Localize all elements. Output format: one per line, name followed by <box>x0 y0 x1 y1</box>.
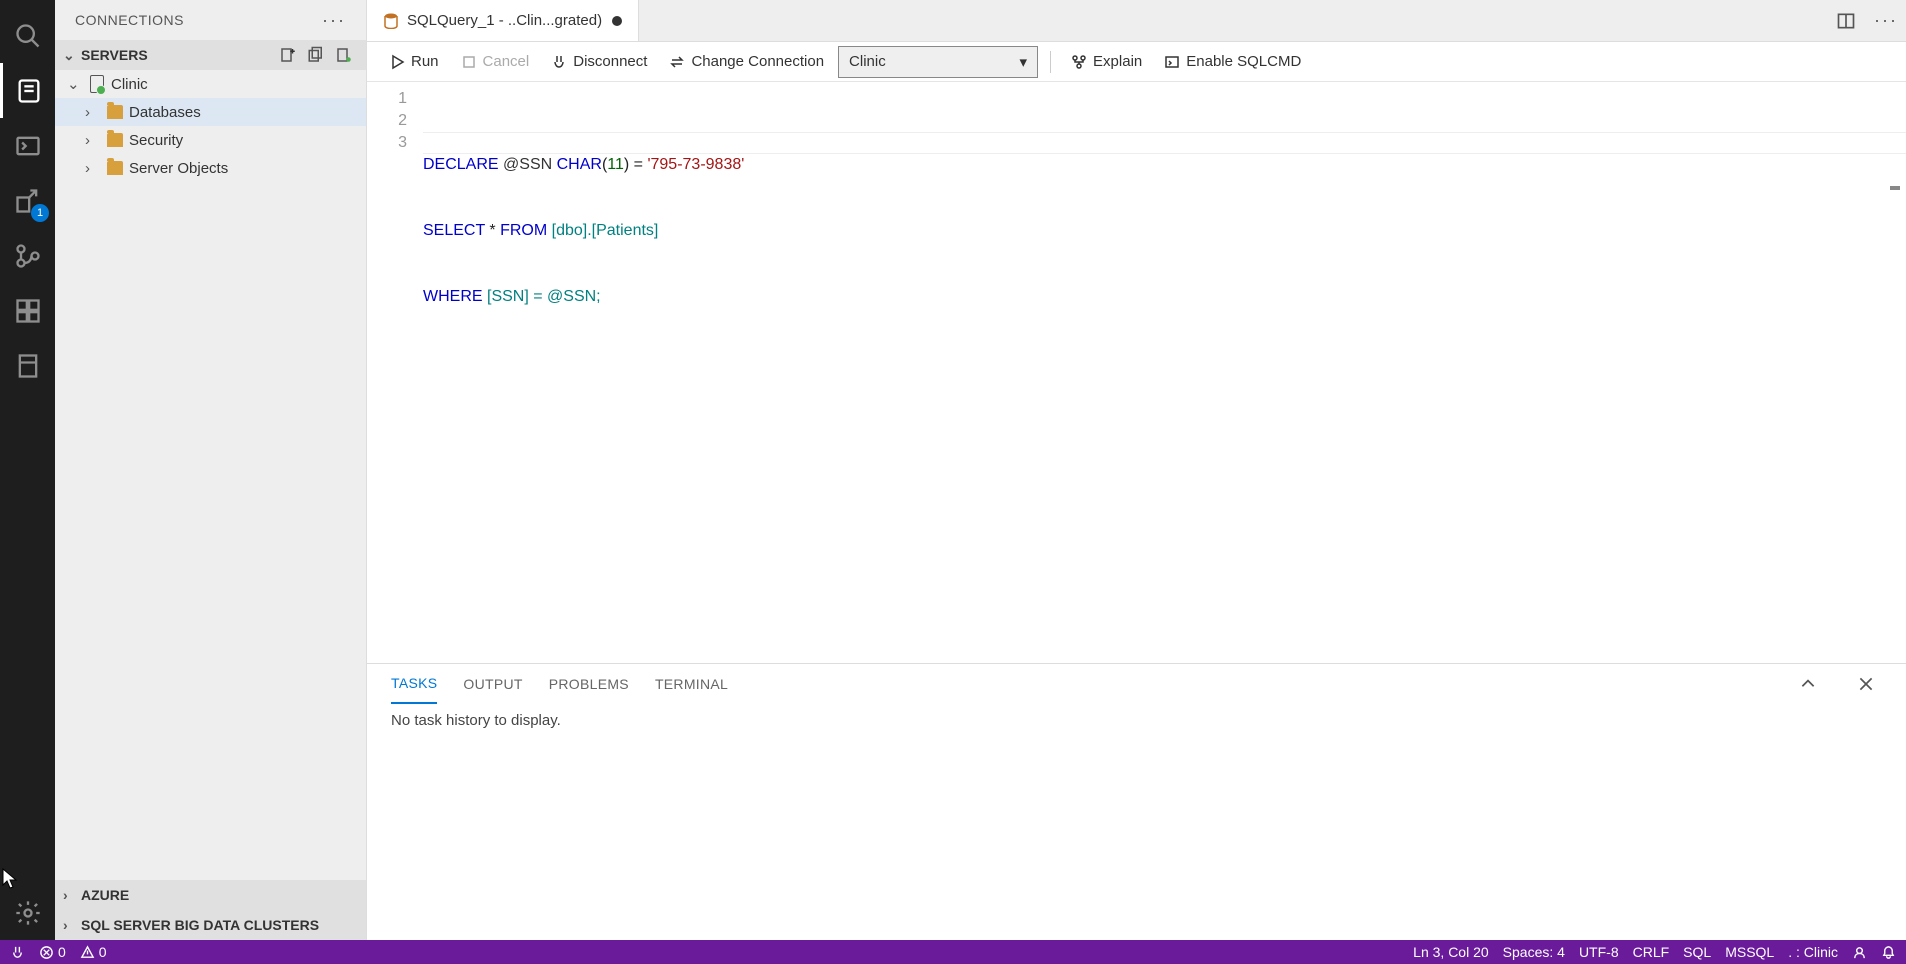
terminal-icon[interactable] <box>0 118 55 173</box>
tree-label: Clinic <box>111 76 148 93</box>
section-bigdata[interactable]: › SQL SERVER BIG DATA CLUSTERS <box>55 910 366 940</box>
status-cursor[interactable]: Ln 3, Col 20 <box>1413 944 1489 960</box>
sidebar-title: CONNECTIONS ··· <box>55 0 366 40</box>
tree-label: Security <box>129 132 183 149</box>
cancel-button: Cancel <box>453 47 538 77</box>
error-count: 0 <box>58 944 66 960</box>
split-editor-icon[interactable] <box>1826 0 1866 41</box>
extensions-icon[interactable] <box>0 283 55 338</box>
database-icon <box>383 13 399 29</box>
panel-tab-output[interactable]: OUTPUT <box>463 664 522 704</box>
status-connection[interactable]: . : Clinic <box>1788 944 1838 960</box>
chevron-down-icon: ⌄ <box>63 47 79 64</box>
more-icon[interactable]: ··· <box>1866 0 1906 41</box>
chevron-down-icon: ⌄ <box>67 75 87 93</box>
code-line: DECLARE @SSN CHAR(11) = '795-73-9838' <box>423 154 1906 176</box>
tab-bar: SQLQuery_1 - ..Clin...grated) ··· <box>367 0 1906 42</box>
tree-label: Databases <box>129 104 201 121</box>
run-button[interactable]: Run <box>381 47 447 77</box>
notebook-icon[interactable] <box>0 338 55 393</box>
panel-tab-problems[interactable]: PROBLEMS <box>549 664 629 704</box>
panel-maximize-icon[interactable] <box>1792 675 1824 693</box>
server-icon <box>87 75 107 93</box>
explorer-icon[interactable]: 1 <box>0 173 55 228</box>
code-line: WHERE [SSN] = @SSN; <box>423 286 1906 308</box>
dirty-indicator-icon <box>612 16 622 26</box>
status-host-icon[interactable] <box>10 945 25 960</box>
tree-label: Server Objects <box>129 160 228 177</box>
section-label: SERVERS <box>81 47 148 63</box>
status-warnings[interactable]: 0 <box>80 944 107 960</box>
panel-tab-tasks[interactable]: TASKS <box>391 664 437 704</box>
chevron-right-icon: › <box>63 917 79 933</box>
code-lines[interactable]: DECLARE @SSN CHAR(11) = '795-73-9838' SE… <box>423 82 1906 663</box>
minimap-marker <box>1890 186 1900 190</box>
editor-tab[interactable]: SQLQuery_1 - ..Clin...grated) <box>367 0 639 41</box>
panel-close-icon[interactable] <box>1850 675 1882 693</box>
warning-count: 0 <box>99 944 107 960</box>
feedback-icon[interactable] <box>1852 945 1867 960</box>
panel-tab-terminal[interactable]: TERMINAL <box>655 664 728 704</box>
chevron-right-icon: › <box>85 132 105 149</box>
connection-select[interactable]: Clinic ▾ <box>838 46 1038 78</box>
panel-tabs: TASKS OUTPUT PROBLEMS TERMINAL <box>367 664 1906 704</box>
activity-bar: 1 <box>0 0 55 940</box>
folder-icon <box>105 161 125 175</box>
code-line: SELECT * FROM [dbo].[Patients] <box>423 220 1906 242</box>
server-tree: ⌄ Clinic › Databases › Security › Server… <box>55 70 366 880</box>
server-action-icon[interactable] <box>330 41 358 69</box>
status-encoding[interactable]: UTF-8 <box>1579 944 1619 960</box>
section-azure[interactable]: › AZURE <box>55 880 366 910</box>
tree-item-databases[interactable]: › Databases <box>55 98 366 126</box>
caret-down-icon: ▾ <box>1020 53 1028 71</box>
separator <box>1050 51 1051 73</box>
line-number: 1 <box>367 88 407 110</box>
code-editor[interactable]: 1 2 3 DECLARE @SSN CHAR(11) = '795-73-98… <box>367 82 1906 663</box>
chevron-right-icon: › <box>63 887 79 903</box>
tree-item-server-objects[interactable]: › Server Objects <box>55 154 366 182</box>
new-connection-icon[interactable] <box>274 41 302 69</box>
query-toolbar: Run Cancel Disconnect Change Connection … <box>367 42 1906 82</box>
notifications-icon[interactable] <box>1881 945 1896 960</box>
change-connection-button[interactable]: Change Connection <box>661 47 832 77</box>
explorer-badge: 1 <box>31 204 49 222</box>
status-language[interactable]: SQL <box>1683 944 1711 960</box>
disconnect-button[interactable]: Disconnect <box>543 47 655 77</box>
connections-icon[interactable] <box>0 63 55 118</box>
section-servers[interactable]: ⌄ SERVERS <box>55 40 366 70</box>
status-provider[interactable]: MSSQL <box>1725 944 1774 960</box>
chevron-right-icon: › <box>85 160 105 177</box>
sidebar: CONNECTIONS ··· ⌄ SERVERS ⌄ Clinic › Dat… <box>55 0 367 940</box>
more-icon[interactable]: ··· <box>322 10 346 31</box>
chevron-right-icon: › <box>85 104 105 121</box>
panel-body: No task history to display. <box>367 704 1906 940</box>
current-line-highlight <box>423 132 1906 154</box>
line-number: 2 <box>367 110 407 132</box>
bottom-panel: TASKS OUTPUT PROBLEMS TERMINAL No task h… <box>367 663 1906 940</box>
connection-select-value: Clinic <box>849 53 886 70</box>
status-eol[interactable]: CRLF <box>1633 944 1670 960</box>
status-bar: 0 0 Ln 3, Col 20 Spaces: 4 UTF-8 CRLF SQ… <box>0 940 1906 964</box>
section-label: AZURE <box>81 887 129 903</box>
new-group-icon[interactable] <box>302 41 330 69</box>
section-label: SQL SERVER BIG DATA CLUSTERS <box>81 917 319 933</box>
explain-button[interactable]: Explain <box>1063 47 1150 77</box>
line-gutter: 1 2 3 <box>367 82 423 663</box>
status-indent[interactable]: Spaces: 4 <box>1503 944 1565 960</box>
search-icon[interactable] <box>0 8 55 63</box>
source-control-icon[interactable] <box>0 228 55 283</box>
editor-group: SQLQuery_1 - ..Clin...grated) ··· Run Ca… <box>367 0 1906 940</box>
sidebar-title-text: CONNECTIONS <box>75 12 184 28</box>
folder-icon <box>105 105 125 119</box>
settings-gear-icon[interactable] <box>0 885 55 940</box>
tab-title: SQLQuery_1 - ..Clin...grated) <box>407 12 602 29</box>
tree-item-clinic[interactable]: ⌄ Clinic <box>55 70 366 98</box>
folder-icon <box>105 133 125 147</box>
line-number: 3 <box>367 132 407 154</box>
enable-sqlcmd-button[interactable]: Enable SQLCMD <box>1156 47 1309 77</box>
status-errors[interactable]: 0 <box>39 944 66 960</box>
tree-item-security[interactable]: › Security <box>55 126 366 154</box>
